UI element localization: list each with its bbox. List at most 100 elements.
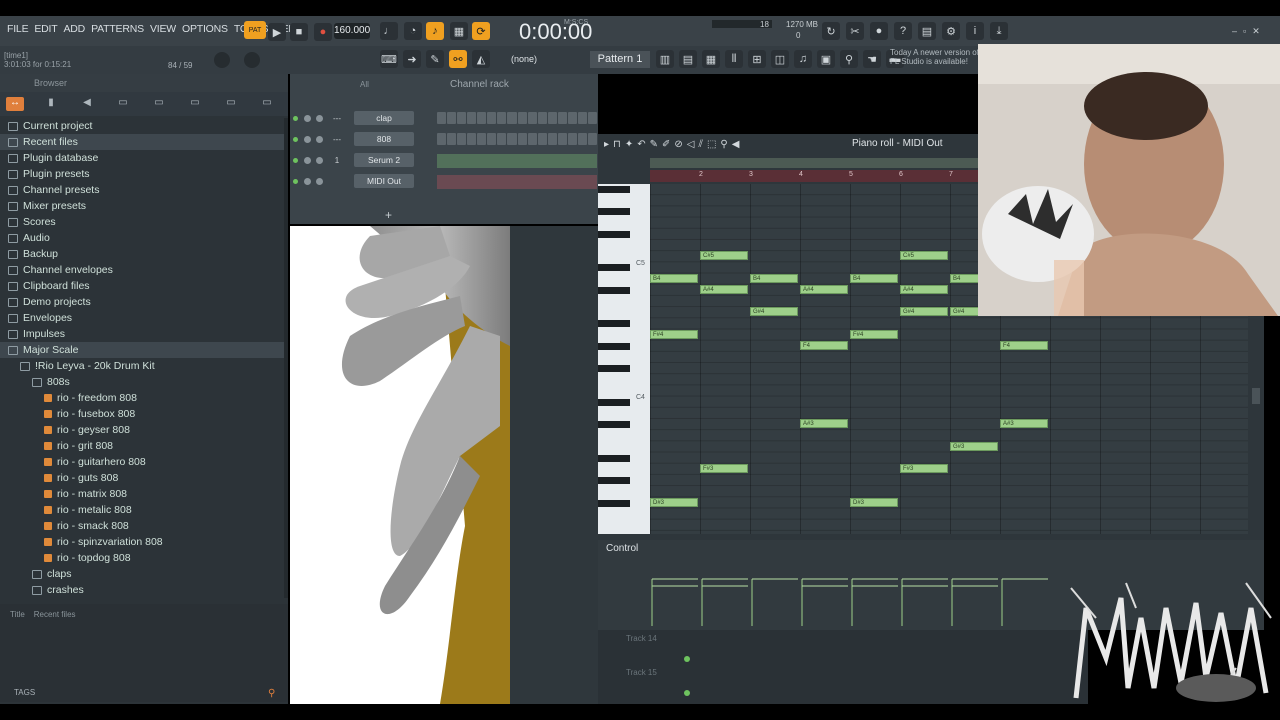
menu-edit[interactable]: EDIT	[31, 23, 60, 35]
folder-plus-icon[interactable]: ▭	[186, 97, 204, 111]
step-button[interactable]	[457, 133, 467, 145]
browser-file[interactable]: rio - spinzvariation 808	[0, 534, 284, 550]
pencil-tool-icon[interactable]: ✎	[650, 139, 658, 150]
channel-name-button[interactable]: 808	[354, 132, 414, 146]
pan-knob[interactable]	[304, 177, 311, 185]
save-icon[interactable]: ▤	[918, 22, 936, 40]
keyboard-icon[interactable]: ⌨	[380, 50, 398, 68]
step-button[interactable]	[467, 133, 477, 145]
menu-options[interactable]: OPTIONS	[179, 23, 231, 35]
piano-keyboard[interactable]: C5 C4	[598, 184, 650, 534]
browser-folder[interactable]: Backup	[0, 246, 284, 262]
browser-folder[interactable]: Recent files	[0, 134, 284, 150]
menu-add[interactable]: ADD	[61, 23, 89, 35]
browser-folder[interactable]: Envelopes	[0, 310, 284, 326]
tempo-display[interactable]: 160.000	[334, 23, 370, 39]
mixer-track-number[interactable]: 1	[328, 156, 346, 165]
pattern-song-toggle[interactable]: PAT	[244, 21, 266, 39]
step-button[interactable]	[557, 133, 567, 145]
step-button[interactable]	[437, 133, 447, 145]
midi-note[interactable]: A#3	[1000, 419, 1048, 429]
step-button[interactable]	[497, 112, 507, 124]
step-button[interactable]	[487, 133, 497, 145]
info-icon[interactable]: i	[966, 22, 984, 40]
playback-icon[interactable]: ◀	[732, 139, 740, 150]
midi-note[interactable]: F4	[800, 340, 848, 350]
mute-tool-icon[interactable]: ◁	[687, 139, 695, 150]
black-key[interactable]	[598, 365, 630, 373]
midi-note[interactable]: F#3	[700, 464, 748, 473]
all-icon[interactable]: ↔	[6, 97, 24, 111]
browser-file[interactable]: rio - metalic 808	[0, 502, 284, 518]
volume-knob[interactable]	[316, 114, 323, 122]
step-button[interactable]	[537, 112, 547, 124]
black-key[interactable]	[598, 286, 630, 294]
play-icon[interactable]: ▶	[268, 23, 286, 41]
step-button[interactable]	[577, 112, 587, 124]
browser-folder[interactable]: claps	[0, 566, 284, 582]
midi-note[interactable]: G#4	[750, 307, 798, 317]
track-label[interactable]: Track 14	[626, 634, 657, 643]
loop-record-icon[interactable]: ⟳	[472, 22, 490, 40]
link-icon[interactable]: ⚯	[449, 50, 467, 68]
browser-file[interactable]: rio - guts 808	[0, 470, 284, 486]
menu-arrow-icon[interactable]: ▸	[604, 139, 609, 150]
step-button[interactable]	[507, 112, 517, 124]
help-icon[interactable]: ?	[894, 22, 912, 40]
browser-folder[interactable]: Current project	[0, 118, 284, 134]
add-channel-icon[interactable]: +	[385, 208, 392, 222]
black-key[interactable]	[598, 230, 630, 238]
step-button[interactable]	[517, 133, 527, 145]
midi-note[interactable]: G#3	[950, 441, 998, 451]
browser-file[interactable]: rio - geyser 808	[0, 422, 284, 438]
midi-note[interactable]: C#5	[700, 251, 748, 261]
channel-row[interactable]: MIDI Out	[293, 174, 433, 188]
channel-filter[interactable]: All	[360, 80, 369, 89]
step-button[interactable]	[437, 112, 447, 124]
wand-icon[interactable]: ✦	[625, 139, 633, 150]
news-panel[interactable]: Today A newer version of FL Studio is av…	[890, 48, 979, 66]
menu-view[interactable]: VIEW	[147, 23, 179, 35]
blend-icon[interactable]: ♪	[426, 22, 444, 40]
browser-folder[interactable]: Major Scale	[0, 342, 284, 358]
browser-icon[interactable]: ⊞	[748, 50, 766, 68]
delete-tool-icon[interactable]: ⊘	[674, 139, 682, 150]
browser-folder[interactable]: Plugin presets	[0, 166, 284, 182]
black-key[interactable]	[598, 477, 630, 485]
folder-down-icon[interactable]: ▭	[258, 97, 276, 111]
tempo-tap-icon[interactable]: ♫	[794, 50, 812, 68]
midi-note[interactable]: F4	[1000, 340, 1048, 350]
pattern-preview[interactable]	[437, 175, 597, 189]
step-button[interactable]	[497, 133, 507, 145]
midi-note[interactable]: F#4	[850, 329, 898, 339]
track-15-led[interactable]	[684, 690, 690, 696]
step-button[interactable]	[537, 133, 547, 145]
channel-rack-icon[interactable]: ▦	[702, 50, 720, 68]
browser-folder[interactable]: !Rio Leyva - 20k Drum Kit	[0, 358, 284, 374]
channel-name-button[interactable]: clap	[354, 111, 414, 125]
browser-scrollbar[interactable]	[284, 118, 288, 598]
step-button[interactable]	[477, 133, 487, 145]
search-icon[interactable]: ⚲	[268, 688, 280, 700]
browser-folder[interactable]: Clipboard files	[0, 278, 284, 294]
channel-led-icon[interactable]	[293, 115, 298, 121]
browser-file[interactable]: rio - topdog 808	[0, 550, 284, 566]
browser-file[interactable]: rio - fusebox 808	[0, 406, 284, 422]
stamp-icon[interactable]: ◭	[472, 50, 490, 68]
browser-folder[interactable]: Demo projects	[0, 294, 284, 310]
mic-icon[interactable]: ●	[870, 22, 888, 40]
browser-folder[interactable]: Channel presets	[0, 182, 284, 198]
step-button[interactable]	[517, 112, 527, 124]
piano-roll-overview[interactable]	[650, 158, 980, 168]
channel-name-button[interactable]: Serum 2	[354, 153, 414, 167]
vertical-scrollbar[interactable]	[1252, 388, 1260, 404]
volume-knob[interactable]	[316, 135, 323, 143]
browser-folder[interactable]: Mixer presets	[0, 198, 284, 214]
black-key[interactable]	[598, 421, 630, 429]
track-label[interactable]: Track 15	[626, 668, 657, 677]
midi-note[interactable]: C#5	[900, 251, 948, 261]
midi-note[interactable]: A#4	[700, 284, 748, 294]
midi-note[interactable]: D#3	[850, 497, 898, 507]
channel-led-icon[interactable]	[293, 157, 298, 163]
zoom-icon[interactable]: ⚲	[720, 139, 727, 150]
